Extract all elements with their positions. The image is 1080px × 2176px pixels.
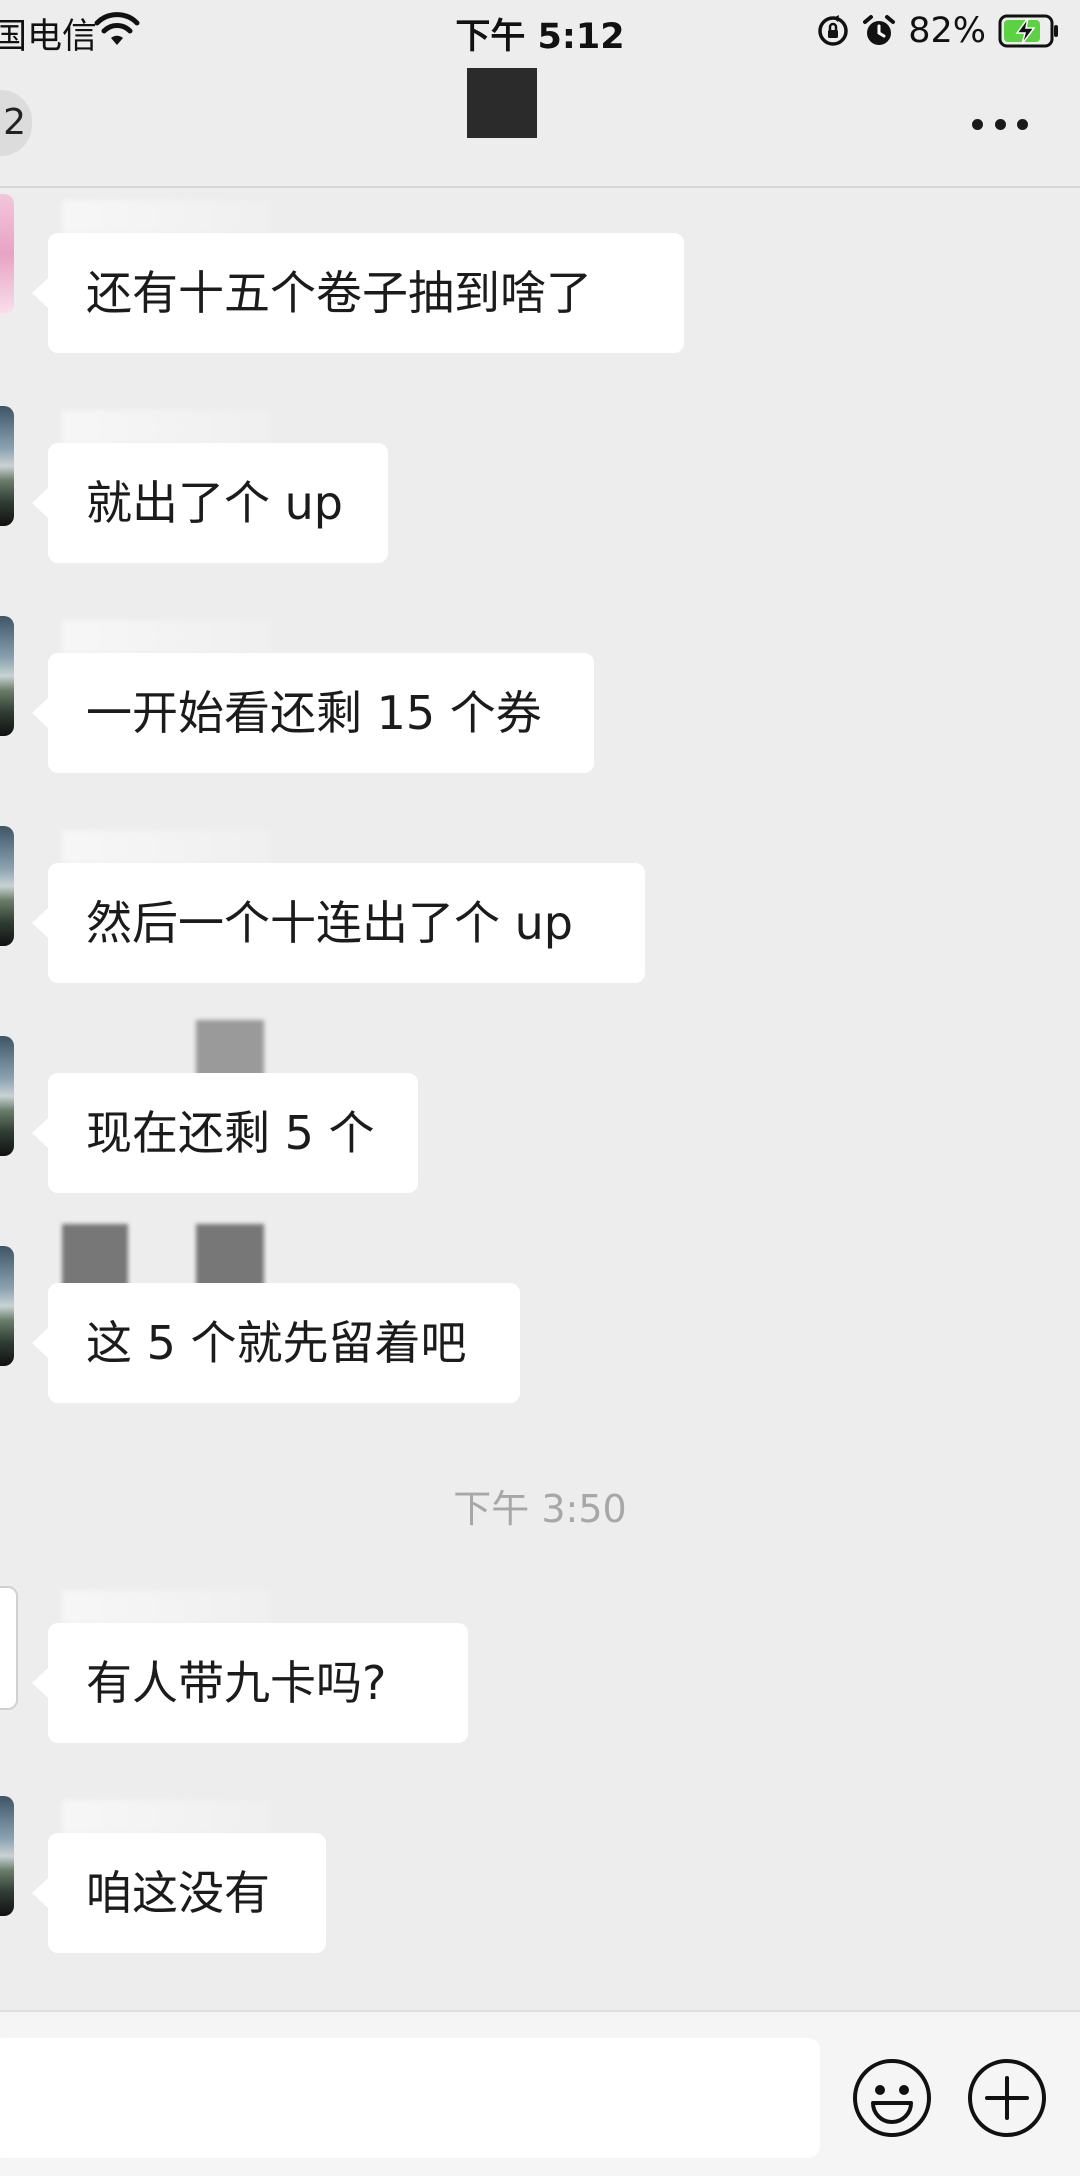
avatar[interactable] <box>0 616 14 736</box>
avatar[interactable] <box>0 1586 18 1710</box>
message-item: 咱这没有 <box>0 1790 1080 1960</box>
status-indicators: 82% <box>816 8 1060 54</box>
avatar[interactable] <box>0 194 14 314</box>
emoji-icon[interactable] <box>851 2057 933 2139</box>
message-bubble[interactable]: 现在还剩 5 个 <box>32 1073 418 1193</box>
back-button[interactable]: 2 <box>0 90 32 156</box>
alarm-icon <box>863 15 896 45</box>
input-bar <box>0 2010 1080 2176</box>
sender-name-redacted <box>62 200 272 234</box>
status-bar: 国电信 下午 5:12 82% <box>0 0 1080 62</box>
sender-name-redacted <box>62 620 272 654</box>
chat-title-redacted <box>467 68 537 138</box>
rotation-lock-icon <box>818 15 848 46</box>
message-item: 就出了个 up <box>0 400 1080 570</box>
redaction-patch <box>62 1224 128 1290</box>
avatar[interactable] <box>0 1036 14 1156</box>
message-item: 还有十五个卷子抽到啥了 <box>0 190 1080 360</box>
avatar[interactable] <box>0 1246 14 1366</box>
message-bubble[interactable]: 还有十五个卷子抽到啥了 <box>32 233 684 353</box>
message-item: 然后一个十连出了个 up <box>0 820 1080 990</box>
sender-name-redacted <box>62 1590 272 1624</box>
message-bubble[interactable]: 就出了个 up <box>32 443 388 563</box>
nav-bar: 2 <box>0 62 1080 188</box>
message-item: 有人带九卡吗? <box>0 1580 1080 1750</box>
battery-charging-icon <box>998 14 1058 48</box>
message-bubble[interactable]: 这 5 个就先留着吧 <box>32 1283 520 1403</box>
message-bubble[interactable]: 然后一个十连出了个 up <box>32 863 645 983</box>
avatar[interactable] <box>0 826 14 946</box>
message-item: 现在还剩 5 个 <box>0 1020 1080 1200</box>
message-bubble[interactable]: 咱这没有 <box>32 1833 326 1953</box>
avatar[interactable] <box>0 406 14 526</box>
plus-icon[interactable] <box>966 2057 1048 2139</box>
message-item: 这 5 个就先留着吧 <box>0 1224 1080 1410</box>
sender-name-redacted <box>62 410 272 444</box>
chat-screen: 国电信 下午 5:12 82% 2 还有十五个卷子抽到啥了 就出了个 up 一开… <box>0 0 1080 2176</box>
more-icon[interactable] <box>972 104 1028 144</box>
message-bubble[interactable]: 一开始看还剩 15 个券 <box>32 653 594 773</box>
message-bubble[interactable]: 有人带九卡吗? <box>32 1623 468 1743</box>
message-timestamp: 下午 3:50 <box>453 1487 627 1531</box>
message-input[interactable] <box>0 2038 820 2158</box>
message-item: 一开始看还剩 15 个券 <box>0 610 1080 780</box>
battery-percent: 82% <box>908 11 986 51</box>
redaction-patch <box>196 1224 264 1290</box>
sender-name-redacted <box>62 1800 272 1834</box>
avatar[interactable] <box>0 1796 14 1916</box>
sender-name-redacted <box>62 830 272 864</box>
